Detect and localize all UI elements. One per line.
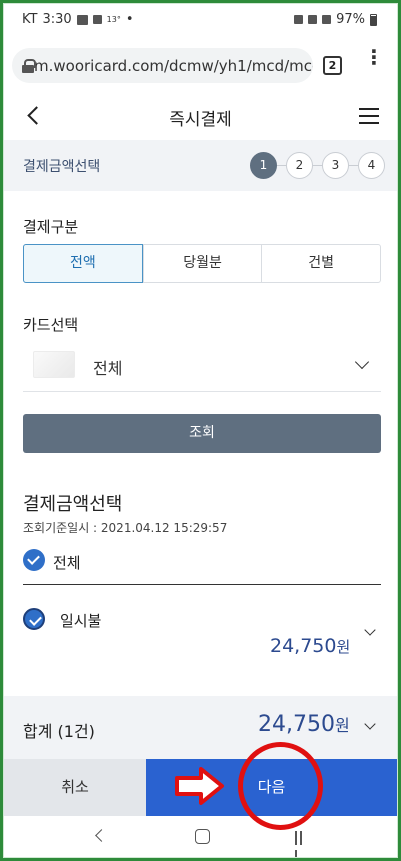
hamburger-menu-icon[interactable] <box>359 108 379 124</box>
total-expand-icon[interactable] <box>364 718 376 730</box>
total-bar: 합계 (1건) 24,750원 <box>4 696 397 759</box>
total-currency: 원 <box>334 716 350 735</box>
lump-sum-currency: 원 <box>336 638 351 656</box>
temperature-label: 13° <box>106 15 121 24</box>
nav-back-icon[interactable] <box>95 829 108 842</box>
status-bar: KT 3:30 13° • 97% <box>4 4 397 36</box>
system-nav-bar <box>4 816 397 857</box>
step-1: 1 <box>250 151 277 179</box>
page-title: 즉시결제 <box>169 110 232 130</box>
lump-sum-label: 일시불 <box>60 612 102 630</box>
step-title: 결제금액선택 <box>23 159 101 175</box>
battery-percent: 97% <box>336 12 365 27</box>
dot-icon: • <box>125 12 134 27</box>
step-4: 4 <box>358 151 385 179</box>
chevron-down-icon <box>354 354 370 370</box>
annotation-arrow-icon <box>175 767 224 805</box>
query-button[interactable]: 조회 <box>23 414 381 453</box>
total-amount-value: 24,750 <box>258 712 335 737</box>
clock: 3:30 <box>42 12 72 27</box>
step-2: 2 <box>286 151 313 179</box>
nav-home-icon[interactable] <box>195 829 210 844</box>
total-label: 합계 (1건) <box>23 722 95 741</box>
browser-toolbar: m.wooricard.com/dcmw/yh1/mcd/mcd0 2 ⋮ <box>4 36 397 92</box>
select-all-checkbox[interactable] <box>23 549 45 571</box>
step-indicator: 1 2 3 4 <box>250 151 385 179</box>
card-select-label: 카드선택 <box>23 316 79 334</box>
payment-type-label: 결제구분 <box>23 218 79 236</box>
carrier-label: KT <box>22 12 38 27</box>
battery-icon <box>370 13 377 26</box>
lump-sum-checkbox[interactable] <box>23 608 45 630</box>
base-datetime: 조회기준일시 : 2021.04.12 15:29:57 <box>23 521 228 535</box>
mute-icon <box>294 15 304 24</box>
notification-icon <box>92 15 102 24</box>
step-3: 3 <box>322 151 349 179</box>
payment-type-full[interactable]: 전액 <box>23 244 143 283</box>
cancel-button[interactable]: 취소 <box>4 759 146 816</box>
screenshot-frame: KT 3:30 13° • 97% m.wooricard.com/dcmw/y… <box>3 3 398 858</box>
lump-sum-amount: 24,750원 <box>270 635 350 657</box>
payment-type-selector: 전액 당월분 건별 <box>23 244 381 283</box>
lump-sum-amount-value: 24,750 <box>270 635 337 657</box>
payment-type-per-item[interactable]: 건별 <box>261 245 380 282</box>
amount-section-title: 결제금액선택 <box>23 494 123 515</box>
url-text: m.wooricard.com/dcmw/yh1/mcd/mcd0 <box>34 56 313 75</box>
annotation-circle <box>238 742 323 830</box>
tab-switcher-button[interactable]: 2 <box>323 56 342 75</box>
card-select-dropdown[interactable]: 전체 <box>23 342 381 392</box>
page-header: 즉시결제 <box>4 92 397 140</box>
card-image <box>33 351 75 378</box>
more-menu-icon[interactable]: ⋮ <box>364 47 384 76</box>
wifi-icon <box>308 15 318 24</box>
signal-icon <box>322 15 332 24</box>
gallery-icon <box>76 14 88 25</box>
lump-sum-expand-icon[interactable] <box>364 624 376 636</box>
step-indicator-bar: 결제금액선택 1 2 3 4 <box>4 140 397 191</box>
select-all-label: 전체 <box>53 554 81 572</box>
payment-type-monthly[interactable]: 당월분 <box>142 245 262 282</box>
address-bar[interactable]: m.wooricard.com/dcmw/yh1/mcd/mcd0 <box>12 48 313 83</box>
total-amount: 24,750원 <box>258 712 350 737</box>
nav-recent-apps-icon[interactable] <box>295 830 309 857</box>
card-select-value: 전체 <box>93 359 123 378</box>
section-divider <box>23 584 381 585</box>
